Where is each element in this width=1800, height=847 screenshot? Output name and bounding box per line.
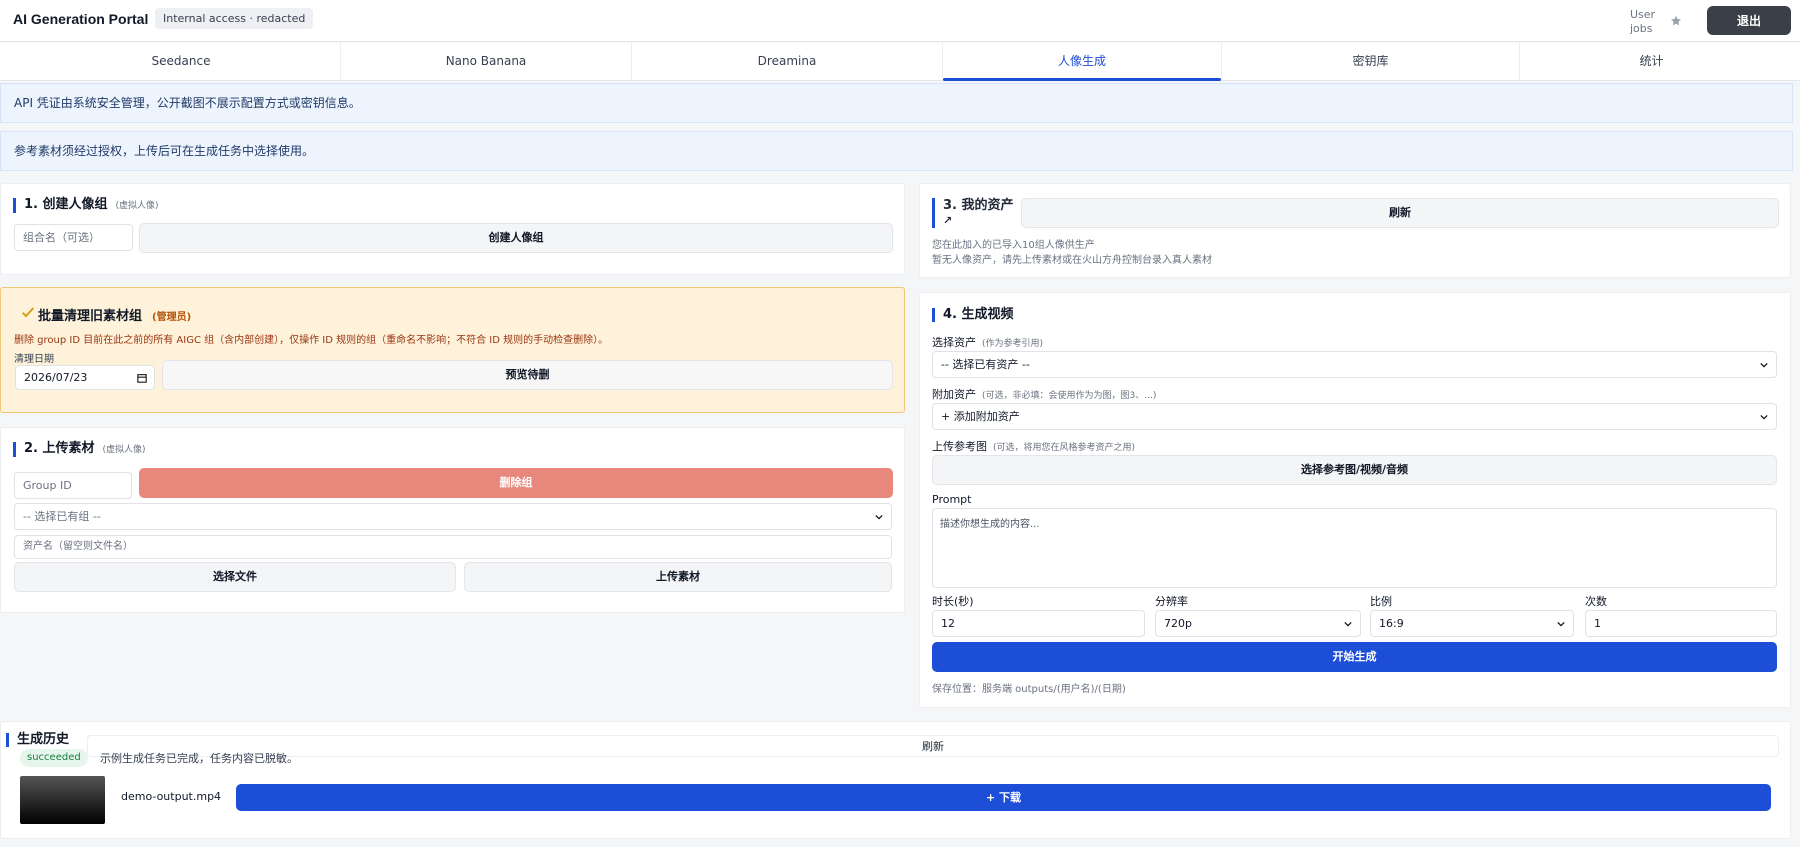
duration-label: 时长(秒) <box>932 595 974 608</box>
cleanup-date-input[interactable]: 2026/07/23 <box>15 365 155 390</box>
authorization-notice: 参考素材须经过授权，上传后可在生成任务中选择使用。 <box>0 131 1793 171</box>
section-title: 2. 上传素材 (虚拟人像) <box>13 442 146 457</box>
my-assets-title: 3. 我的资产 ↗ <box>932 198 1014 228</box>
access-badge: Internal access · redacted <box>155 8 314 29</box>
admin-tag: (管理员) <box>152 312 192 323</box>
select-asset-hint: (作为参考引用) <box>982 339 1044 349</box>
cleanup-title-text: 批量清理旧素材组 <box>38 309 143 324</box>
tab-seedance[interactable]: Seedance <box>22 43 341 80</box>
video-thumbnail[interactable] <box>20 776 105 824</box>
upload-asset-button[interactable]: 上传素材 <box>464 562 892 592</box>
ratio-label: 比例 <box>1370 595 1392 608</box>
create-group-title: 1. 创建人像组 <box>24 197 108 212</box>
assets-info-line1: 您在此加入的已导入10组人像供生产 <box>932 240 1095 251</box>
status-badge: succeeded <box>20 749 88 767</box>
calendar-icon[interactable] <box>137 373 147 383</box>
resolution-label: 分辨率 <box>1155 595 1188 608</box>
asset-name-input[interactable]: 资产名（留空则文件名） <box>14 535 892 559</box>
group-select-value: -- 选择已有组 -- <box>23 510 101 523</box>
download-button[interactable]: + 下载 <box>236 784 1771 811</box>
create-group-card: 1. 创建人像组 (虚拟人像) 组合名（可选） 创建人像组 <box>0 183 905 275</box>
resolution-select-value: 720p <box>1164 617 1192 630</box>
extra-asset-hint: (可选，非必填：会使用作为为图，图3、...) <box>982 391 1157 401</box>
logout-button[interactable]: 退出 <box>1707 6 1791 35</box>
create-group-button[interactable]: 创建人像组 <box>139 223 893 253</box>
history-title: 生成历史 <box>6 733 69 747</box>
resolution-select[interactable]: 720p <box>1155 610 1361 637</box>
tab-stats[interactable]: 统计 <box>1520 43 1783 80</box>
chevron-down-icon <box>1760 414 1768 420</box>
assets-info-line2: 暂无人像资产，请先上传素材或在火山方舟控制台录入真人素材 <box>932 255 1212 266</box>
extra-asset-label-text: 附加资产 <box>932 388 976 401</box>
start-generate-button[interactable]: 开始生成 <box>932 642 1777 672</box>
upload-card: 2. 上传素材 (虚拟人像) Group ID 删除组 -- 选择已有组 -- 资… <box>0 427 905 613</box>
top-bar: AI Generation Portal Internal access · r… <box>0 0 1800 42</box>
cleanup-title: 批量清理旧素材组 (管理员) <box>38 305 191 324</box>
count-input[interactable]: 1 <box>1585 610 1777 637</box>
generate-card: 4. 生成视频 选择资产 (作为参考引用) -- 选择已有资产 -- 附加资产 (可… <box>919 292 1791 708</box>
asset-select[interactable]: -- 选择已有资产 -- <box>932 351 1777 378</box>
credentials-notice: API 凭证由系统安全管理，公开截图不展示配置方式或密钥信息。 <box>0 83 1793 123</box>
user-label: User jobs <box>1630 8 1656 35</box>
preview-delete-button[interactable]: 预览待删 <box>162 360 893 390</box>
prompt-textarea[interactable]: 描述你想生成的内容... <box>932 508 1777 588</box>
section-title: 1. 创建人像组 (虚拟人像) <box>13 198 159 213</box>
ref-hint: (可选，将用您在风格参考资产之用) <box>993 443 1136 453</box>
upload-title: 2. 上传素材 <box>24 441 95 456</box>
prompt-label: Prompt <box>932 493 972 506</box>
history-card: 生成历史 刷新 <box>0 721 1791 839</box>
tab-bar: Seedance Nano Banana Dreamina 人像生成 密钥库 统… <box>0 43 1800 81</box>
ratio-select-value: 16:9 <box>1379 617 1404 630</box>
duration-input[interactable]: 12 <box>932 610 1145 637</box>
tab-dreamina[interactable]: Dreamina <box>632 43 943 80</box>
check-icon <box>21 307 35 318</box>
chevron-down-icon <box>1557 621 1565 627</box>
assets-refresh-button[interactable]: 刷新 <box>1021 198 1779 228</box>
my-assets-card: 3. 我的资产 ↗ 刷新 您在此加入的已导入10组人像供生产 暂无人像资产，请先… <box>919 183 1791 278</box>
extra-asset-select[interactable]: + 添加附加资产 <box>932 403 1777 430</box>
delete-group-button[interactable]: 删除组 <box>139 468 893 498</box>
arrow-icon: ↗ <box>943 214 953 227</box>
select-asset-label: 选择资产 (作为参考引用) <box>932 334 1043 350</box>
chevron-down-icon <box>875 514 883 520</box>
tab-portrait[interactable]: 人像生成 <box>943 43 1222 81</box>
upload-subtitle: (虚拟人像) <box>102 445 146 455</box>
extra-asset-label: 附加资产 (可选，非必填：会使用作为为图，图3、...) <box>932 386 1156 402</box>
select-asset-label-text: 选择资产 <box>932 336 976 349</box>
choose-file-button[interactable]: 选择文件 <box>14 562 456 592</box>
star-icon[interactable] <box>1669 14 1683 28</box>
ratio-select[interactable]: 16:9 <box>1370 610 1574 637</box>
chevron-down-icon <box>1344 621 1352 627</box>
tab-key-vault[interactable]: 密钥库 <box>1222 43 1520 80</box>
group-name-input[interactable]: 组合名（可选） <box>14 224 133 251</box>
choose-reference-button[interactable]: 选择参考图/视频/音频 <box>932 455 1777 485</box>
status-text: 示例生成任务已完成，任务内容已脱敏。 <box>100 752 298 765</box>
tab-nano-banana[interactable]: Nano Banana <box>341 43 632 80</box>
history-refresh-button[interactable]: 刷新 <box>87 735 1779 757</box>
cleanup-date-value: 2026/07/23 <box>24 371 88 384</box>
save-location: 保存位置：服务端 outputs/(用户名)/(日期) <box>932 684 1126 695</box>
ref-label-text: 上传参考图 <box>932 440 987 453</box>
cleanup-description: 删除 group ID 目前在此之前的所有 AIGC 组（含内部创建），仅操作 … <box>14 335 609 346</box>
cleanup-card: 批量清理旧素材组 (管理员) 删除 group ID 目前在此之前的所有 AIGC… <box>0 287 905 413</box>
extra-asset-select-value: + 添加附加资产 <box>941 410 1020 423</box>
group-select[interactable]: -- 选择已有组 -- <box>14 503 892 530</box>
count-label: 次数 <box>1585 595 1607 608</box>
chevron-down-icon <box>1760 362 1768 368</box>
my-assets-title-text: 3. 我的资产 <box>943 198 1014 213</box>
generate-title: 4. 生成视频 <box>932 308 1014 322</box>
group-id-input[interactable]: Group ID <box>14 472 132 499</box>
asset-select-value: -- 选择已有资产 -- <box>941 358 1030 371</box>
create-group-subtitle: (虚拟人像) <box>115 201 159 211</box>
output-filename: demo-output.mp4 <box>121 790 222 803</box>
ref-label: 上传参考图 (可选，将用您在风格参考资产之用) <box>932 438 1135 454</box>
cleanup-date-label: 清理日期 <box>14 354 54 365</box>
app-title: AI Generation Portal <box>13 11 149 27</box>
